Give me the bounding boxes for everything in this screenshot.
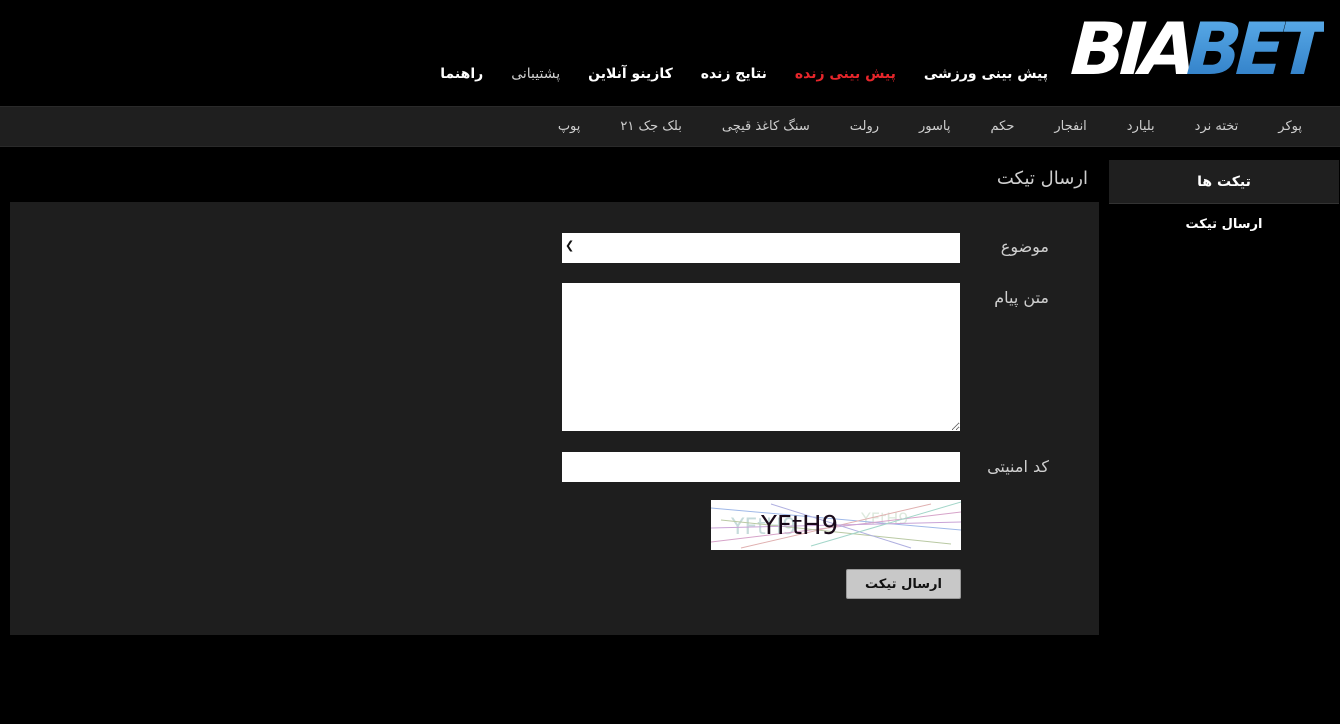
- games-bar: پوکر تخته نرد بلیارد انفجار حکم پاسور رو…: [0, 106, 1340, 147]
- subject-select[interactable]: ❮: [562, 233, 960, 263]
- game-backgammon[interactable]: تخته نرد: [1175, 119, 1259, 134]
- biabet-logo[interactable]: BIA BET: [1064, 12, 1324, 78]
- sidebar-title: تیکت ها: [1109, 160, 1339, 204]
- nav-live-prediction[interactable]: پیش بینی زنده: [781, 66, 910, 82]
- ticket-form: موضوع ❮ متن پیام کد امنیتی YFtH9 YFtH9 Y…: [10, 202, 1099, 635]
- nav-support[interactable]: پشتیبانی: [497, 66, 574, 82]
- submit-ticket-button[interactable]: ارسال تیکت: [846, 569, 961, 599]
- captcha-image: YFtH9 YFtH9 YFtH9: [711, 500, 961, 550]
- nav-sports-prediction[interactable]: پیش بینی ورزشی: [910, 66, 1062, 82]
- main-nav: پیش بینی ورزشی پیش بینی زنده نتایج زنده …: [426, 66, 1062, 82]
- chevron-down-icon: ❮: [565, 239, 575, 252]
- page-title: ارسال تیکت: [996, 168, 1088, 189]
- game-blackjack[interactable]: بلک جک ۲۱: [600, 119, 701, 134]
- message-label: متن پیام: [994, 288, 1049, 307]
- game-poker[interactable]: پوکر: [1258, 119, 1322, 134]
- game-hokm[interactable]: حکم: [970, 119, 1034, 134]
- message-textarea[interactable]: [562, 283, 960, 431]
- game-pasur[interactable]: پاسور: [899, 119, 970, 134]
- game-rock-paper-scissors[interactable]: سنگ کاغذ قیچی: [702, 119, 830, 134]
- tickets-sidebar: تیکت ها ارسال تیکت: [1109, 160, 1339, 232]
- captcha-input[interactable]: [562, 452, 960, 482]
- games-nav: پوکر تخته نرد بلیارد انفجار حکم پاسور رو…: [538, 107, 1322, 146]
- sidebar-item-send-ticket[interactable]: ارسال تیکت: [1109, 204, 1339, 232]
- game-crash[interactable]: انفجار: [1034, 119, 1106, 134]
- nav-guide[interactable]: راهنما: [426, 66, 497, 82]
- subject-label: موضوع: [1000, 237, 1049, 256]
- captcha-label: کد امنیتی: [987, 457, 1049, 476]
- nav-online-casino[interactable]: کازینو آنلاین: [574, 66, 687, 82]
- game-pop[interactable]: پوپ: [538, 119, 601, 134]
- nav-live-results[interactable]: نتایج زنده: [687, 66, 781, 82]
- captcha-text: YFtH9: [760, 511, 838, 541]
- svg-text:BET: BET: [1176, 12, 1324, 78]
- game-roulette[interactable]: رولت: [830, 119, 899, 134]
- game-billiards[interactable]: بلیارد: [1107, 119, 1175, 134]
